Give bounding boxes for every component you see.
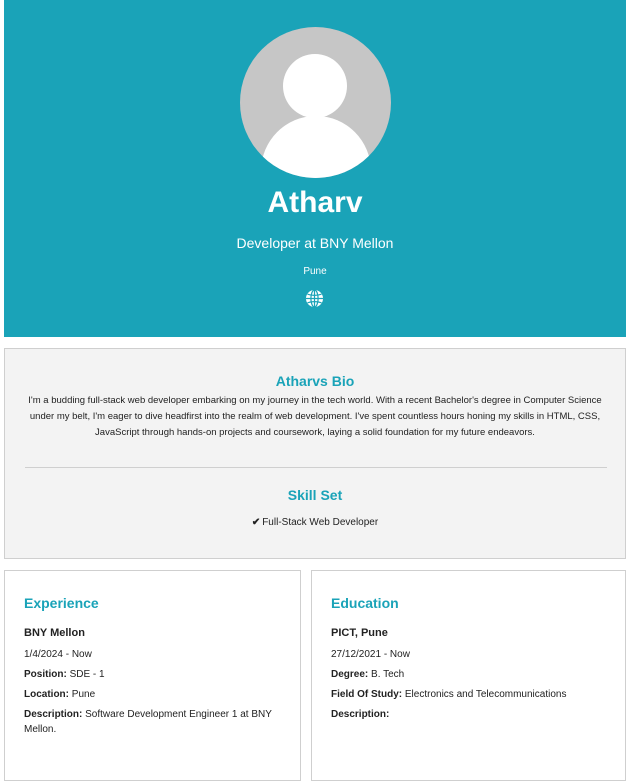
education-degree: Degree: B. Tech bbox=[331, 667, 404, 682]
bio-heading: Atharvs Bio bbox=[275, 373, 355, 389]
position-value: SDE - 1 bbox=[69, 669, 105, 680]
degree-label: Degree: bbox=[331, 669, 369, 680]
field-label: Field Of Study: bbox=[331, 689, 403, 700]
divider bbox=[25, 467, 607, 468]
experience-dates: 1/4/2024 - Now bbox=[24, 649, 92, 660]
degree-value: B. Tech bbox=[371, 669, 405, 680]
profile-location: Pune bbox=[303, 266, 327, 277]
education-card: Education PICT, Pune 27/12/2021 - Now De… bbox=[311, 570, 626, 781]
position-label: Position: bbox=[24, 669, 67, 680]
bio-panel: Atharvs Bio I'm a budding full-stack web… bbox=[4, 348, 626, 559]
location-label: Location: bbox=[24, 689, 69, 700]
avatar-body-shape bbox=[261, 116, 371, 178]
avatar-head-shape bbox=[283, 54, 347, 118]
education-dates: 27/12/2021 - Now bbox=[331, 649, 410, 660]
experience-company: BNY Mellon bbox=[24, 627, 85, 639]
experience-card: Experience BNY Mellon 1/4/2024 - Now Pos… bbox=[4, 570, 301, 781]
education-institution: PICT, Pune bbox=[331, 627, 388, 639]
skill-item: ✔ Full-Stack Web Developer bbox=[5, 516, 625, 530]
field-value: Electronics and Telecommunications bbox=[404, 689, 567, 700]
education-description: Description: bbox=[331, 707, 389, 722]
profile-title: Developer at BNY Mellon bbox=[236, 235, 394, 251]
profile-name: Atharv bbox=[267, 186, 363, 219]
experience-heading: Experience bbox=[24, 595, 99, 611]
globe-icon[interactable] bbox=[305, 289, 324, 308]
avatar bbox=[240, 27, 391, 178]
experience-location: Location: Pune bbox=[24, 687, 95, 702]
description-label: Description: bbox=[331, 709, 390, 720]
bio-text: I'm a budding full-stack web developer e… bbox=[28, 395, 602, 438]
profile-header: Atharv Developer at BNY Mellon Pune bbox=[4, 0, 626, 337]
skill-label: Full-Stack Web Developer bbox=[262, 517, 379, 528]
education-field: Field Of Study: Electronics and Telecomm… bbox=[331, 687, 566, 702]
skills-heading: Skill Set bbox=[287, 487, 343, 503]
location-value: Pune bbox=[71, 689, 96, 700]
experience-description: Description: Software Development Engine… bbox=[24, 707, 279, 737]
description-label: Description: bbox=[24, 709, 83, 720]
education-heading: Education bbox=[331, 595, 399, 611]
check-icon: ✔ bbox=[251, 517, 261, 528]
experience-position: Position: SDE - 1 bbox=[24, 667, 105, 682]
